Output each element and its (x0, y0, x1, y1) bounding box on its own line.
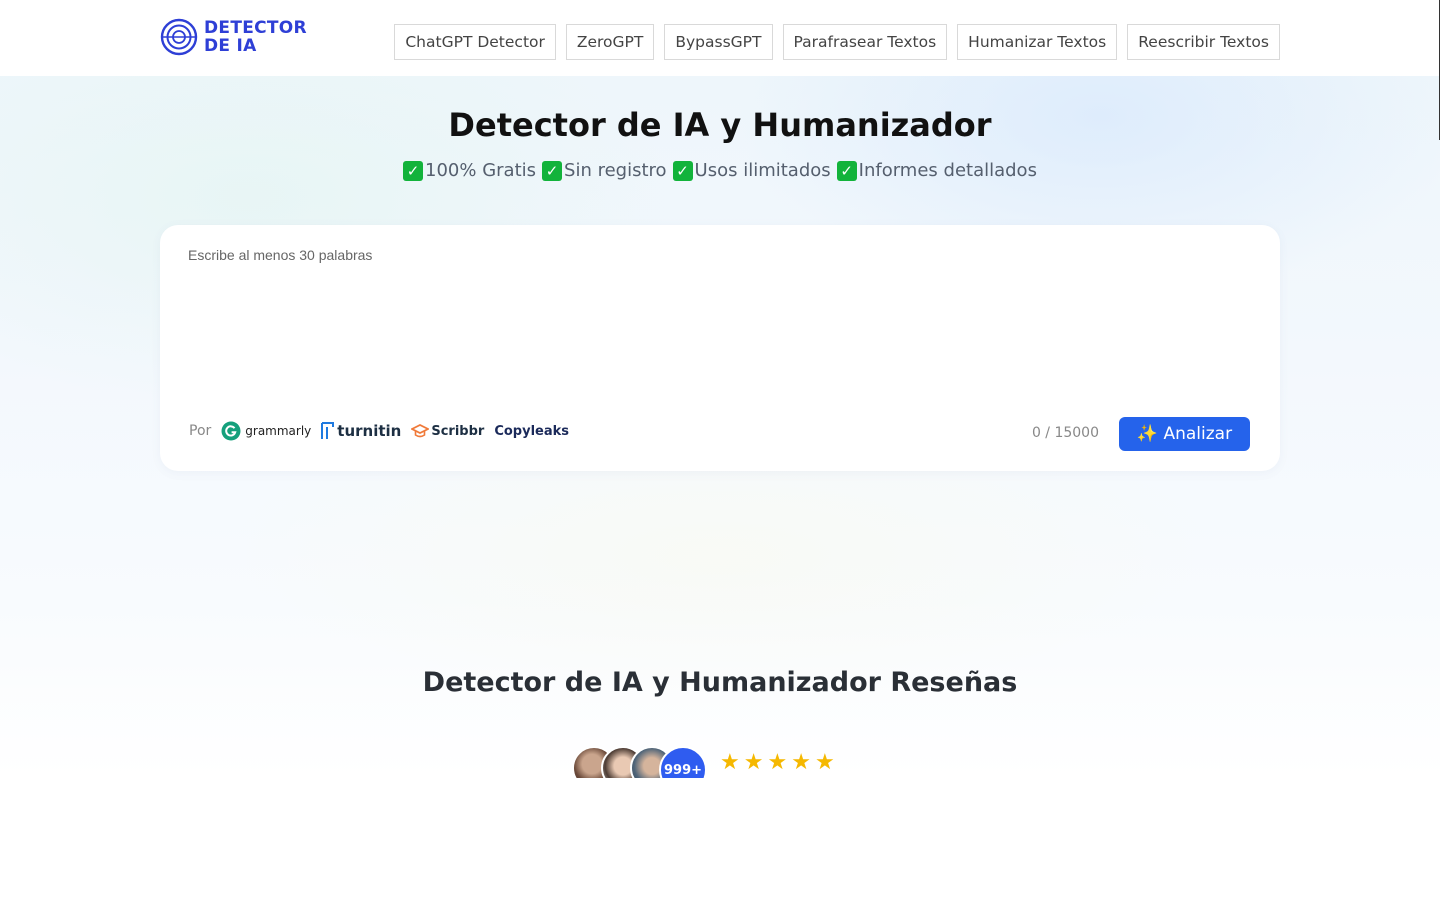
star-icon: ★ (767, 749, 788, 774)
concentric-circles-logo-icon (160, 18, 198, 56)
brand-turnitin: turnitin (321, 421, 401, 441)
nav-zerogpt[interactable]: ZeroGPT (565, 24, 655, 60)
partner-brands: Por grammarly turnitin Scribbr Copyleaks (189, 421, 579, 441)
feature-list: ✓ 100% Gratis ✓ Sin registro ✓ Usos ilim… (0, 160, 1440, 181)
brand-copyleaks: Copyleaks (494, 424, 569, 439)
check-mark-icon: ✓ (542, 160, 563, 181)
text-input[interactable] (188, 247, 1252, 397)
nav-reescribir-textos[interactable]: Reescribir Textos (1127, 24, 1280, 60)
star-icon: ★ (743, 749, 764, 774)
avatar-group: 999+ (572, 746, 712, 778)
hero-section: Detector de IA y Humanizador ✓ 100% Grat… (0, 76, 1440, 778)
brand-scribbr: Scribbr (411, 423, 484, 439)
by-label: Por (189, 423, 212, 439)
reviews-title: Detector de IA y Humanizador Reseñas (422, 667, 1018, 698)
brand-name: grammarly (245, 424, 312, 438)
brand-name: Copyleaks (494, 423, 569, 439)
analyze-button[interactable]: ✨ Analizar (1119, 417, 1250, 451)
feature-label: Sin registro (564, 160, 667, 181)
feature-label: Usos ilimitados (694, 160, 831, 181)
nav-bypassgpt[interactable]: BypassGPT (664, 24, 773, 60)
turnitin-logo-icon (321, 422, 335, 439)
reviews-summary: 999+ ★ ★ ★ ★ ★ (572, 746, 852, 778)
check-mark-icon: ✓ (836, 160, 857, 181)
detector-card: Por grammarly turnitin (160, 225, 1280, 471)
feature-item: ✓ Informes detallados (836, 160, 1037, 181)
grammarly-logo-icon (221, 421, 241, 441)
main-nav: ChatGPT Detector ZeroGPT BypassGPT Paraf… (394, 24, 1280, 60)
rating-stars: ★ ★ ★ ★ ★ (720, 749, 835, 775)
logo-text: DETECTOR DE IA (204, 19, 307, 55)
scribbr-logo-icon (411, 423, 430, 438)
feature-item: ✓ 100% Gratis (403, 160, 536, 181)
site-header: DETECTOR DE IA ChatGPT Detector ZeroGPT … (0, 0, 1440, 76)
nav-parafrasear-textos[interactable]: Parafrasear Textos (782, 24, 948, 60)
nav-chatgpt-detector[interactable]: ChatGPT Detector (394, 24, 556, 60)
page-title: Detector de IA y Humanizador (448, 106, 992, 144)
site-logo[interactable]: DETECTOR DE IA (160, 18, 307, 56)
star-icon: ★ (791, 749, 811, 774)
logo-line-1: DETECTOR (204, 18, 307, 38)
brand-grammarly: grammarly (221, 421, 311, 441)
logo-line-2: DE IA (204, 36, 257, 56)
feature-label: 100% Gratis (425, 160, 537, 181)
nav-humanizar-textos[interactable]: Humanizar Textos (957, 24, 1118, 60)
brand-name: Scribbr (431, 423, 485, 439)
feature-label: Informes detallados (858, 160, 1037, 181)
page-bottom-blank (0, 778, 1440, 900)
star-icon: ★ (720, 749, 740, 774)
star-icon: ★ (814, 749, 835, 774)
feature-item: ✓ Usos ilimitados (672, 160, 831, 181)
check-mark-icon: ✓ (403, 160, 424, 181)
feature-item: ✓ Sin registro (542, 160, 667, 181)
brand-name: turnitin (337, 422, 402, 440)
check-mark-icon: ✓ (672, 160, 693, 181)
page: DETECTOR DE IA ChatGPT Detector ZeroGPT … (0, 0, 1440, 900)
word-counter: 0 / 15000 (1031, 425, 1099, 441)
